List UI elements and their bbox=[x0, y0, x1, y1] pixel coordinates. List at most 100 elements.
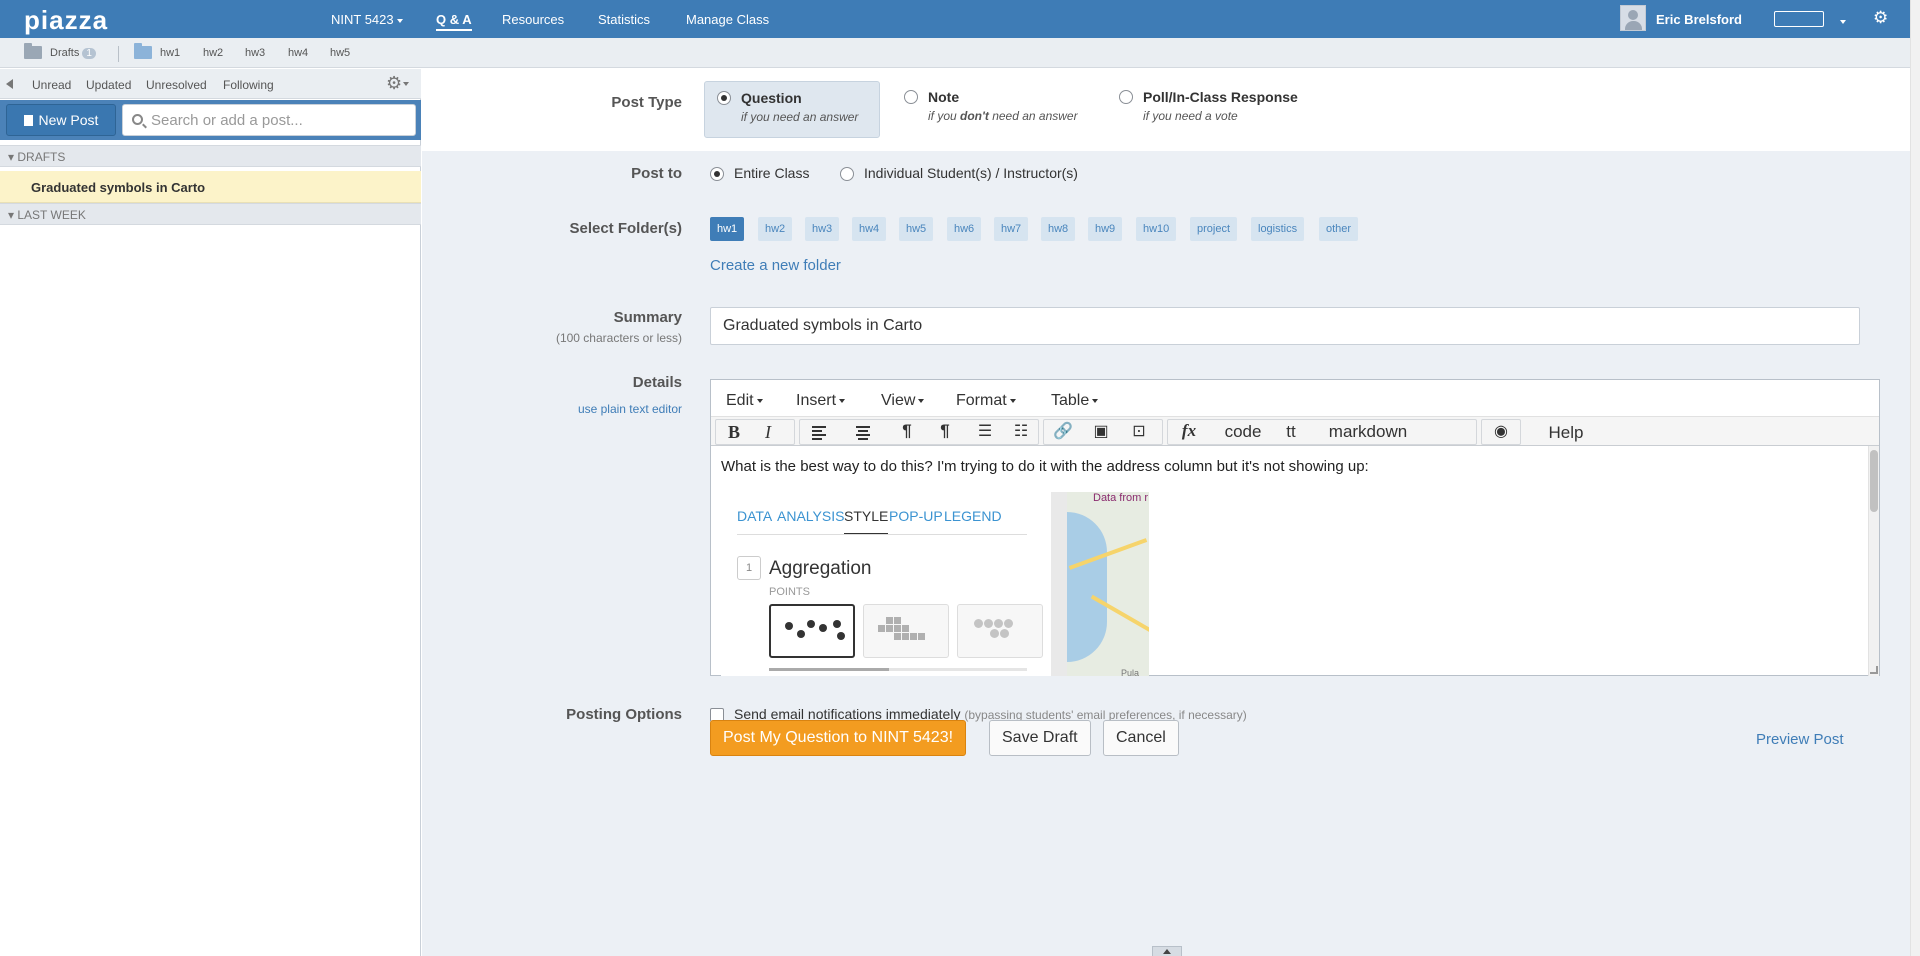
piazza-logo[interactable]: piazza bbox=[24, 5, 108, 36]
chevron-down-icon bbox=[839, 398, 846, 403]
question-radio[interactable] bbox=[717, 91, 731, 105]
individual-radio[interactable] bbox=[840, 167, 854, 181]
menu-edit-label: Edit bbox=[726, 392, 754, 409]
menu-format[interactable]: Format bbox=[956, 392, 1016, 410]
folder-tag-hw4[interactable]: hw4 bbox=[852, 217, 887, 241]
folder-hw5[interactable]: hw5 bbox=[330, 47, 350, 59]
nav-manage-class[interactable]: Manage Class bbox=[686, 12, 769, 27]
code-button[interactable]: code bbox=[1218, 422, 1268, 444]
create-folder-link[interactable]: Create a new folder bbox=[710, 257, 841, 274]
class-switcher-box[interactable] bbox=[1774, 11, 1824, 27]
folder-tag-project[interactable]: project bbox=[1190, 217, 1238, 241]
italic-button[interactable]: I bbox=[758, 422, 778, 444]
filter-following[interactable]: Following bbox=[223, 78, 274, 92]
post-type-note[interactable]: Note if you don't need an answer bbox=[892, 81, 1082, 138]
summary-input[interactable] bbox=[710, 307, 1860, 345]
drafts-section-header[interactable]: ▾ DRAFTS bbox=[0, 145, 421, 167]
link-icon[interactable]: 🔗 bbox=[1052, 421, 1074, 443]
page-scrollbar[interactable] bbox=[1910, 0, 1920, 956]
folder-tag-hw1[interactable]: hw1 bbox=[710, 217, 745, 241]
scrollbar-thumb[interactable] bbox=[1870, 450, 1878, 512]
folder-hw1[interactable]: hw1 bbox=[160, 47, 180, 59]
account-dropdown[interactable] bbox=[1837, 13, 1846, 28]
nav-resources[interactable]: Resources bbox=[502, 12, 564, 27]
resize-handle-icon[interactable] bbox=[1870, 666, 1878, 674]
bullet-list-icon[interactable]: ☰ bbox=[974, 421, 996, 443]
new-post-form: Post Type Question if you need an answer… bbox=[422, 69, 1910, 956]
menu-view[interactable]: View bbox=[881, 392, 925, 410]
menu-table[interactable]: Table bbox=[1051, 392, 1099, 410]
numbered-list-icon[interactable]: ☷ bbox=[1010, 421, 1032, 443]
search-row: New Post bbox=[0, 100, 421, 140]
filter-unread[interactable]: Unread bbox=[32, 78, 71, 92]
folder-tag-hw3[interactable]: hw3 bbox=[805, 217, 840, 241]
collapse-sidebar-icon[interactable] bbox=[6, 79, 13, 89]
individual-option[interactable]: Individual Student(s) / Instructor(s) bbox=[864, 165, 1078, 181]
note-sub-post: need an answer bbox=[988, 109, 1078, 123]
nav-qa[interactable]: Q & A bbox=[436, 12, 472, 31]
last-week-section-header[interactable]: ▾ LAST WEEK bbox=[0, 203, 421, 225]
preview-post-link[interactable]: Preview Post bbox=[1756, 731, 1844, 748]
image-icon[interactable]: ▣ bbox=[1090, 421, 1112, 443]
align-left-icon[interactable] bbox=[812, 426, 834, 448]
carto-tab-data: DATA bbox=[737, 508, 773, 524]
save-draft-button[interactable]: Save Draft bbox=[989, 720, 1091, 756]
map-water bbox=[1067, 512, 1107, 662]
square bbox=[894, 617, 901, 624]
folder-tag-hw7[interactable]: hw7 bbox=[994, 217, 1029, 241]
paragraph-ltr-icon[interactable]: ¶ bbox=[896, 421, 918, 443]
folder-tag-logistics[interactable]: logistics bbox=[1251, 217, 1305, 241]
posting-options-label: Posting Options bbox=[566, 706, 682, 723]
square bbox=[886, 617, 893, 624]
class-menu[interactable]: NINT 5423 bbox=[331, 12, 403, 27]
filter-updated[interactable]: Updated bbox=[86, 78, 131, 92]
align-center-icon[interactable] bbox=[856, 426, 878, 448]
media-icon[interactable]: ⊡ bbox=[1128, 421, 1150, 443]
folder-hw3[interactable]: hw3 bbox=[245, 47, 265, 59]
help-button[interactable]: Help bbox=[1541, 423, 1591, 445]
aggregation-heading: Aggregation bbox=[769, 558, 872, 579]
folder-tag-hw6[interactable]: hw6 bbox=[947, 217, 982, 241]
toolbar-group-insert: 🔗 ▣ ⊡ bbox=[1043, 419, 1163, 445]
folder-tag-hw5[interactable]: hw5 bbox=[899, 217, 934, 241]
note-radio[interactable] bbox=[904, 90, 918, 104]
bold-button[interactable]: B bbox=[724, 422, 744, 444]
drafts-folder[interactable]: Drafts 1 bbox=[50, 47, 96, 59]
user-avatar[interactable] bbox=[1620, 5, 1646, 31]
post-type-question[interactable]: Question if you need an answer bbox=[704, 81, 880, 138]
dot bbox=[807, 620, 815, 628]
plain-text-editor-link[interactable]: use plain text editor bbox=[578, 402, 682, 416]
gear-icon[interactable]: ⚙ bbox=[386, 73, 410, 94]
user-name[interactable]: Eric Brelsford bbox=[1656, 12, 1742, 27]
menu-edit[interactable]: Edit bbox=[726, 392, 763, 410]
folder-hw2[interactable]: hw2 bbox=[203, 47, 223, 59]
scroll-to-top-icon[interactable] bbox=[1152, 946, 1182, 956]
markdown-button[interactable]: markdown bbox=[1322, 422, 1414, 444]
new-post-button[interactable]: New Post bbox=[6, 104, 116, 136]
tt-button[interactable]: tt bbox=[1276, 422, 1306, 444]
folder-tag-other[interactable]: other bbox=[1319, 217, 1359, 241]
cancel-button[interactable]: Cancel bbox=[1103, 720, 1179, 756]
gear-icon[interactable]: ⚙ bbox=[1873, 8, 1888, 28]
dot bbox=[797, 630, 805, 638]
filter-unresolved[interactable]: Unresolved bbox=[146, 78, 207, 92]
nav-statistics[interactable]: Statistics bbox=[598, 12, 650, 27]
search-input[interactable] bbox=[122, 104, 416, 136]
submit-post-button[interactable]: Post My Question to NINT 5423! bbox=[710, 720, 967, 756]
editor-content[interactable]: What is the best way to do this? I'm try… bbox=[711, 446, 1879, 676]
folder-hw4[interactable]: hw4 bbox=[288, 47, 308, 59]
post-type-poll[interactable]: Poll/In-Class Response if you need a vot… bbox=[1107, 81, 1337, 138]
list-item-draft[interactable]: Graduated symbols in Carto bbox=[0, 171, 421, 203]
eye-icon[interactable]: ◉ bbox=[1490, 421, 1512, 443]
editor-scrollbar[interactable] bbox=[1868, 446, 1879, 676]
folder-tag-hw9[interactable]: hw9 bbox=[1088, 217, 1123, 241]
entire-class-option[interactable]: Entire Class bbox=[734, 165, 809, 181]
folder-tag-hw2[interactable]: hw2 bbox=[758, 217, 793, 241]
menu-insert[interactable]: Insert bbox=[796, 392, 846, 410]
entire-class-radio[interactable] bbox=[710, 167, 724, 181]
formula-button[interactable]: fx bbox=[1178, 421, 1200, 443]
paragraph-rtl-icon[interactable]: ¶ bbox=[934, 421, 956, 443]
folder-tag-hw10[interactable]: hw10 bbox=[1136, 217, 1177, 241]
poll-radio[interactable] bbox=[1119, 90, 1133, 104]
folder-tag-hw8[interactable]: hw8 bbox=[1041, 217, 1076, 241]
